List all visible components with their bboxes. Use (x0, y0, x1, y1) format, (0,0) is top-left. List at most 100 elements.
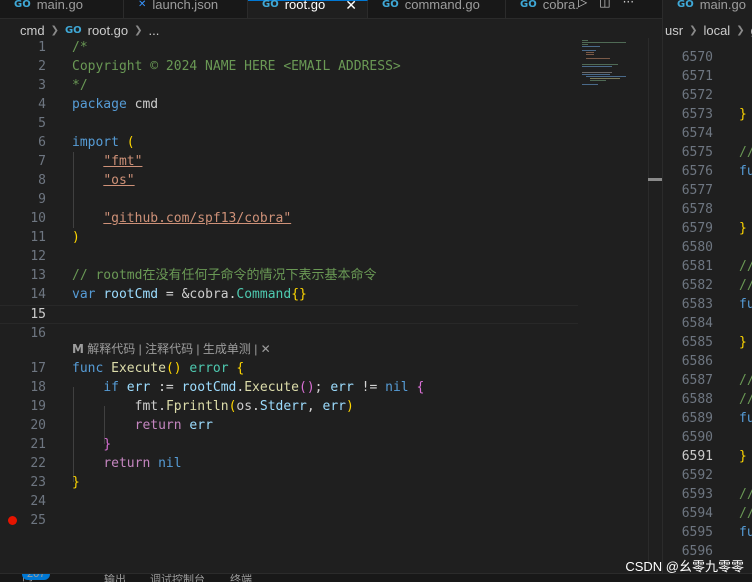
code-line: // (739, 145, 752, 160)
line-number: 7 (38, 154, 46, 169)
line-number: 6586 (681, 354, 713, 369)
watermark: CSDN @幺零九零零 (625, 559, 744, 574)
code-line: } (739, 335, 747, 350)
breadcrumb-more[interactable]: ... (149, 23, 160, 38)
right-breadcrumb: usr ❯ local ❯ go (665, 19, 752, 41)
tab-label: root.go (284, 0, 326, 12)
breadcrumb-folder[interactable]: cmd (20, 23, 45, 38)
code-line: // (739, 506, 752, 521)
line-number: 6579 (681, 221, 713, 236)
code-line: // (739, 373, 752, 388)
ai-logo-icon: M (72, 342, 84, 356)
code-line: // (739, 487, 752, 502)
line-number: 6580 (681, 240, 713, 255)
code-line: var rootCmd = &cobra.Command{} (72, 287, 307, 302)
code-line: func Execute() error { (72, 361, 245, 376)
tab-command-go[interactable]: GO command.go (368, 0, 506, 18)
line-number: 6571 (681, 69, 713, 84)
line-number: 6583 (681, 297, 713, 312)
tab-main-go[interactable]: GO main.go (0, 0, 124, 18)
line-number: 3 (38, 78, 46, 93)
code-editor[interactable]: 1 2 3 4 5 6 7 8 9 10 11 12 13 14 15 16 1… (0, 38, 660, 581)
line-number: 4 (38, 97, 46, 112)
line-number: 16 (30, 326, 46, 341)
editor-tab-bar: GO main.go ✕ launch.json GO root.go ✕ GO… (0, 0, 752, 19)
current-line-highlight (0, 305, 578, 324)
line-number: 1 (38, 40, 46, 55)
line-number: 12 (30, 249, 46, 264)
close-icon[interactable]: ✕ (345, 0, 357, 14)
code-line: /* (72, 40, 88, 55)
code-line: Copyright © 2024 NAME HERE <EMAIL ADDRES… (72, 59, 401, 74)
line-number-current: 6591 (681, 449, 713, 464)
tab-label: main.go (699, 0, 746, 12)
code-line: fu (739, 297, 752, 312)
tab-label: launch.json (152, 0, 219, 12)
tab-label: cobra. (542, 0, 579, 12)
line-number: 18 (30, 380, 46, 395)
line-number: 6592 (681, 468, 713, 483)
breadcrumb-item[interactable]: local (703, 23, 730, 38)
tab-root-go[interactable]: GO root.go ✕ (248, 0, 368, 18)
line-number: 6581 (681, 259, 713, 274)
line-number: 6572 (681, 88, 713, 103)
right-editor-group[interactable]: GO main.go usr ❯ local ❯ go 6570 6571 6572… (662, 0, 752, 581)
line-number: 17 (30, 361, 46, 376)
chevron-right-icon: ❯ (736, 24, 745, 36)
run-icon[interactable]: ▷ (578, 0, 587, 13)
minimap[interactable] (578, 38, 646, 108)
line-number: 21 (30, 437, 46, 452)
line-number: 6578 (681, 202, 713, 217)
go-file-icon: GO (677, 0, 694, 10)
code-line: } (739, 221, 747, 236)
line-number: 13 (30, 268, 46, 283)
vscode-file-icon: ✕ (138, 0, 147, 10)
tab-label: main.go (36, 0, 83, 12)
codelens-actions[interactable]: 解释代码 | 注释代码 | 生成单测 | ✕ (87, 342, 270, 356)
line-number: 6588 (681, 392, 713, 407)
line-number: 19 (30, 399, 46, 414)
code-line: import ( (72, 135, 135, 150)
line-number: 9 (38, 192, 46, 207)
code-line: return nil (103, 456, 182, 471)
line-number: 25 (30, 513, 46, 528)
chevron-right-icon: ❯ (689, 24, 698, 36)
breakpoint-icon[interactable] (8, 516, 17, 525)
line-number: 6594 (681, 506, 713, 521)
code-line: fmt.Fprintln(os.Stderr, err) (134, 399, 354, 414)
split-editor-icon[interactable]: ◫ (599, 0, 610, 13)
tab-launch-json[interactable]: ✕ launch.json (124, 0, 248, 18)
code-line: } (72, 475, 80, 490)
breadcrumb-file[interactable]: root.go (88, 23, 128, 38)
go-file-icon: GO (262, 0, 279, 10)
go-file-icon: GO (520, 0, 537, 10)
line-number: 6 (38, 135, 46, 150)
line-number: 6584 (681, 316, 713, 331)
ai-codelens[interactable]: M 解释代码 | 注释代码 | 生成单测 | ✕ (72, 340, 271, 359)
code-line: if err := rootCmd.Execute(); err != nil … (103, 380, 425, 395)
line-number: 5 (38, 116, 46, 131)
more-actions-icon[interactable]: ··· (623, 0, 634, 13)
code-line: } (739, 107, 747, 122)
tab-main-go-right[interactable]: GO main.go (663, 0, 752, 18)
code-line: fu (739, 411, 752, 426)
tab-label: command.go (404, 0, 480, 12)
chevron-right-icon: ❯ (50, 24, 59, 36)
line-number: 6593 (681, 487, 713, 502)
line-number: 6575 (681, 145, 713, 160)
code-line: // (739, 259, 752, 274)
line-number: 23 (30, 475, 46, 490)
line-number: 6589 (681, 411, 713, 426)
tab-cobra[interactable]: GO cobra. (506, 0, 579, 18)
breadcrumb-item[interactable]: usr (665, 23, 683, 38)
vertical-scrollbar[interactable] (648, 38, 663, 581)
line-number: 6576 (681, 164, 713, 179)
line-number: 6595 (681, 525, 713, 540)
code-line: return err (134, 418, 213, 433)
line-number: 6590 (681, 430, 713, 445)
go-file-icon: GO (14, 0, 31, 10)
line-number: 11 (30, 230, 46, 245)
code-line: fu (739, 164, 752, 179)
line-number: 24 (30, 494, 46, 509)
scrollbar-cursor-marker (648, 178, 662, 181)
